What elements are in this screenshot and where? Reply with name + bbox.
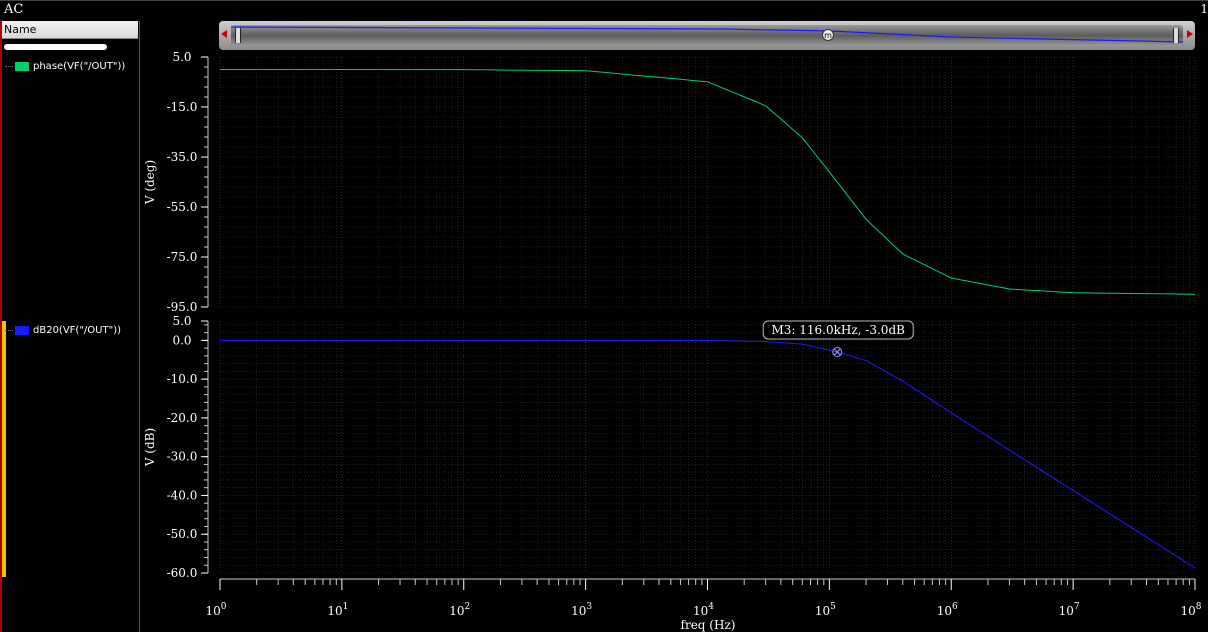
phase-trace (220, 69, 1196, 295)
marker-label: M3: 116.0kHz, -3.0dB (771, 323, 905, 337)
x-tick-label: 105 (815, 602, 836, 618)
x-axis: 100 101 102 103 104 105 106 107 108 freq (Hz) (205, 578, 1202, 632)
db-trace (220, 339, 1196, 569)
x-tick-label: 103 (571, 602, 592, 618)
x-tick-label: 104 (693, 602, 714, 618)
x-tick-label: 100 (205, 602, 226, 618)
x-tick-label: 107 (1059, 602, 1080, 618)
y-tick-label: -75.0 (167, 250, 198, 264)
waveform-graph[interactable]: 5.0 -15.0 -35.0 -55.0 -75.0 -95.0 V (deg) 5.0 0.… (0, 0, 1208, 632)
y-tick-label: -50.0 (167, 527, 198, 541)
y-tick-label: -15.0 (167, 100, 198, 114)
y-tick-label: -40.0 (167, 488, 198, 502)
x-tick-label: 108 (1180, 602, 1201, 618)
y-tick-label: 5.0 (172, 50, 191, 64)
x-axis-label: freq (Hz) (681, 618, 736, 632)
y-tick-label: -55.0 (167, 200, 198, 214)
y-tick-label: 5.0 (172, 314, 191, 328)
y-tick-label: -95.0 (167, 300, 198, 314)
y-tick-label: -10.0 (167, 372, 198, 386)
y-tick-label: -20.0 (167, 411, 198, 425)
y-tick-label: 0.0 (172, 333, 191, 347)
x-tick-label: 106 (937, 602, 958, 618)
y-tick-label: -35.0 (167, 150, 198, 164)
x-tick-label: 101 (327, 602, 348, 618)
db-strip: 5.0 0.0 -10.0 -20.0 -30.0 -40.0 -50.0 -60.0 V (d… (143, 314, 1196, 580)
y-axis-label: V (deg) (143, 160, 157, 205)
phase-strip: 5.0 -15.0 -35.0 -55.0 -75.0 -95.0 V (deg) (143, 50, 1196, 314)
x-tick-label: 102 (449, 602, 470, 618)
y-axis-label: V (dB) (143, 428, 157, 467)
y-tick-label: -60.0 (167, 566, 198, 580)
y-tick-label: -30.0 (167, 450, 198, 464)
